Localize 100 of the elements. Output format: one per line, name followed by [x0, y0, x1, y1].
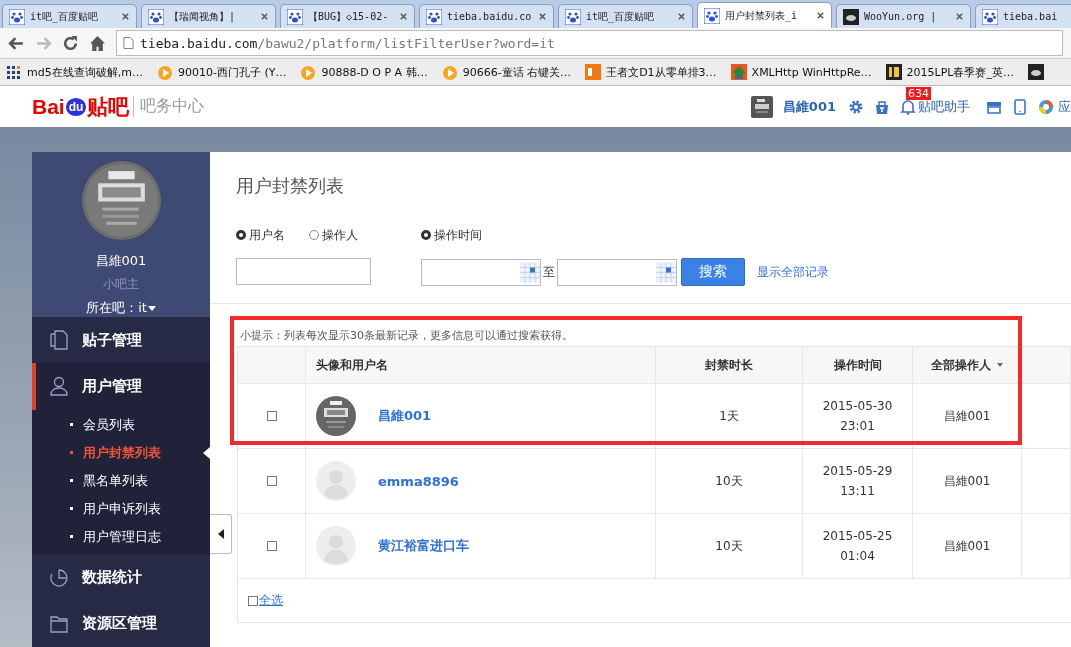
house-icon — [730, 64, 747, 80]
column-header: 头像和用户名 — [306, 347, 656, 383]
radio-circle[interactable] — [236, 230, 246, 240]
baidu-tieba-logo[interactable]: Bai du 贴吧 — [32, 92, 130, 121]
submenu-item[interactable]: 会员列表 — [32, 410, 210, 439]
folder-icon — [50, 613, 68, 634]
play-icon — [156, 64, 173, 80]
radio-option[interactable]: 用户名 — [236, 226, 285, 244]
bookmark[interactable]: 90888-D O P A 韩… — [300, 64, 428, 80]
select-all-checkbox[interactable]: 全选 — [248, 592, 283, 609]
back-icon[interactable] — [8, 34, 25, 52]
tablet-icon[interactable] — [1012, 98, 1028, 115]
radio-circle[interactable] — [421, 230, 431, 240]
bookmark-title: 王者文D1从零单排3… — [606, 64, 717, 80]
caret-icon — [147, 305, 156, 311]
table-cell: 昌維001 — [913, 449, 1022, 513]
reload-icon[interactable] — [62, 34, 79, 52]
user-name-link[interactable]: 黄江裕富进口车 — [378, 537, 469, 555]
close-icon[interactable] — [399, 12, 408, 21]
browser-tab[interactable]: WooYun.org | — [836, 4, 971, 28]
browser-tab[interactable]: tieba.baidu.co — [419, 4, 554, 28]
table-cell: 昌維001 — [913, 384, 1022, 448]
tile-icon — [885, 64, 902, 80]
paw-icon — [148, 8, 164, 25]
tab-title: 【瑞闻视角】| — [169, 9, 237, 24]
close-icon[interactable] — [816, 11, 825, 20]
bookmark[interactable]: 王者文D1从零单排3… — [585, 64, 717, 80]
default-avatar-icon — [316, 461, 356, 501]
forum-selector[interactable]: 所在吧：it — [86, 299, 156, 317]
bullet-icon — [70, 423, 73, 426]
submenu-item[interactable]: 用户申诉列表 — [32, 494, 210, 523]
column-header: 操作时间 — [803, 347, 913, 383]
bookmark[interactable]: 90010-西门孔子 (Y… — [156, 64, 287, 80]
user-name-link[interactable]: 昌維001 — [378, 407, 432, 425]
play-icon — [441, 64, 458, 80]
helper-link[interactable]: 贴吧助手 — [918, 97, 970, 116]
bookmark-title: md5在线查询破解,m… — [27, 64, 143, 80]
user-name-link[interactable]: emma8896 — [378, 473, 459, 489]
apps-link[interactable]: 应 — [1058, 97, 1071, 116]
browser-tab[interactable]: 【瑞闻视角】| — [141, 4, 276, 28]
bullet-icon — [70, 535, 73, 538]
paw-icon — [426, 8, 442, 25]
bookmark[interactable]: 2015LPL春季赛_英… — [885, 64, 1014, 80]
menu-item[interactable]: 用户管理 — [32, 363, 210, 410]
table-cell: 2015-05-30 23:01 — [803, 384, 913, 448]
clock-icon — [50, 567, 68, 588]
checkbox[interactable] — [266, 411, 277, 421]
close-icon[interactable] — [260, 12, 269, 21]
show-all-link[interactable]: 显示全部记录 — [757, 263, 829, 281]
paw-icon — [565, 8, 581, 25]
tab-title: it吧_百度贴吧 — [30, 9, 100, 24]
settings-icon[interactable] — [848, 98, 864, 115]
collapse-toggle[interactable] — [210, 514, 232, 554]
close-icon[interactable] — [955, 12, 964, 21]
bag-icon[interactable] — [874, 98, 890, 115]
cloud-icon[interactable] — [1028, 64, 1044, 80]
checkbox[interactable] — [266, 541, 277, 551]
search-button[interactable]: 搜索 — [681, 258, 745, 286]
paw-icon — [982, 8, 998, 25]
table-cell: 10天 — [656, 514, 803, 578]
browser-tab[interactable]: tieba.bai — [975, 4, 1071, 28]
bookmark[interactable]: md5在线查询破解,m… — [6, 64, 143, 80]
home-icon[interactable] — [89, 34, 106, 52]
left-triangle-icon — [217, 529, 224, 539]
tab-title: tieba.baidu.co — [447, 11, 533, 22]
bookmark[interactable]: 90666-童话 右键关… — [441, 64, 572, 80]
document-icon — [50, 330, 68, 351]
browser-tab[interactable]: it吧_百度贴吧 — [2, 4, 137, 28]
table-cell: 昌維001 — [913, 514, 1022, 578]
table-cell: 1天 — [656, 384, 803, 448]
tab-title: tieba.bai — [1003, 11, 1059, 22]
browser-tab[interactable]: 【BUG】◇15-02- — [280, 4, 415, 28]
bookmark[interactable]: XMLHttp WinHttpRe… — [730, 64, 872, 80]
bullet-icon — [70, 451, 73, 454]
tab-title: 用户封禁列表_i — [725, 8, 799, 23]
radio-option[interactable]: 操作时间 — [421, 226, 829, 244]
table-cell: 2015-05-29 13:11 — [803, 449, 913, 513]
tab-title: it吧_百度贴吧 — [586, 9, 656, 24]
page-icon — [123, 36, 134, 50]
close-icon[interactable] — [538, 12, 547, 21]
browser-tab[interactable]: 用户封禁列表_i — [697, 2, 832, 28]
submenu-item[interactable]: 黑名单列表 — [32, 466, 210, 495]
date-field[interactable] — [557, 258, 677, 286]
close-icon[interactable] — [677, 12, 686, 21]
close-icon[interactable] — [121, 12, 130, 21]
checkbox[interactable] — [266, 476, 277, 486]
paw-icon — [287, 8, 303, 25]
user-link[interactable]: 昌維001 — [782, 97, 836, 116]
radio-option[interactable]: 操作人 — [309, 226, 358, 244]
operator-filter[interactable]: 全部操作人 — [913, 347, 1022, 383]
bell-icon[interactable] — [900, 98, 916, 115]
submenu-item[interactable]: 用户管理日志 — [32, 522, 210, 551]
url-text: tieba.baidu.com/bawu2/platform/listFilterUser?word=it — [140, 35, 555, 51]
tile-icon — [585, 64, 602, 80]
username-input[interactable] — [236, 258, 371, 285]
caret-icon — [997, 363, 1003, 367]
date-field[interactable] — [421, 258, 541, 286]
apps-icon[interactable] — [1038, 98, 1054, 115]
browser-tab[interactable]: it吧_百度贴吧 — [558, 4, 693, 28]
address-bar[interactable]: tieba.baidu.com/bawu2/platform/listFilterUser?word=it — [116, 30, 1063, 56]
